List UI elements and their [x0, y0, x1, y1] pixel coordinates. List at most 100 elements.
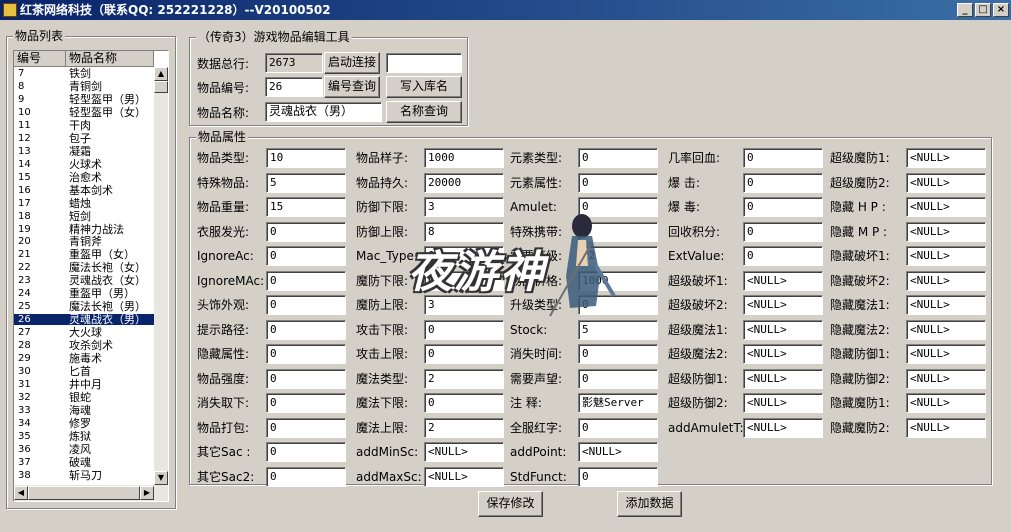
connect-button[interactable]: 启动连接: [324, 52, 380, 74]
attr-field[interactable]: 15: [266, 197, 346, 217]
attr-field[interactable]: <NULL>: [906, 172, 986, 193]
attr-field[interactable]: 0: [266, 270, 346, 291]
list-item[interactable]: 18 短剑: [14, 211, 154, 222]
list-item[interactable]: 37 破魂: [14, 457, 154, 468]
column-header-id[interactable]: 编号: [14, 51, 66, 67]
attr-field[interactable]: <NULL>: [743, 393, 823, 413]
scroll-thumb[interactable]: [154, 81, 168, 93]
vertical-scrollbar[interactable]: ▲ ▼: [154, 67, 168, 485]
list-item[interactable]: 15 治愈术: [14, 172, 154, 183]
attr-field[interactable]: <NULL>: [906, 270, 986, 291]
attr-field[interactable]: 影魅Server: [578, 393, 658, 413]
attr-field[interactable]: <NULL>: [743, 270, 823, 291]
attr-field[interactable]: <NULL>: [906, 417, 986, 438]
list-item[interactable]: 11 干肉: [14, 120, 154, 131]
list-item[interactable]: 34 修罗: [14, 418, 154, 429]
attr-field[interactable]: <NULL>: [906, 197, 986, 217]
list-item[interactable]: 28 攻杀剑术: [14, 340, 154, 351]
close-button[interactable]: ×: [993, 3, 1009, 17]
attr-field[interactable]: <NULL>: [906, 148, 986, 168]
query-by-id-button[interactable]: 编号查询: [324, 76, 380, 98]
item-name-field[interactable]: 灵魂战衣（男）: [265, 102, 382, 122]
list-item[interactable]: 32 银蛇: [14, 392, 154, 403]
save-changes-button[interactable]: 保存修改: [478, 491, 543, 517]
scroll-right-arrow-icon[interactable]: ▶: [140, 486, 154, 500]
attr-field[interactable]: 0: [266, 368, 346, 389]
list-item[interactable]: 23 灵魂战衣（女）: [14, 275, 154, 286]
write-name-button[interactable]: 写入库名: [386, 76, 462, 98]
list-item[interactable]: 26 灵魂战衣（男）: [14, 314, 154, 326]
scroll-up-arrow-icon[interactable]: ▲: [154, 67, 168, 81]
list-item[interactable]: 24 重盔甲（男）: [14, 288, 154, 299]
list-item[interactable]: 13 凝霜: [14, 146, 154, 157]
attr-field[interactable]: 0: [266, 295, 346, 315]
list-item[interactable]: 10 轻型盔甲（女）: [14, 107, 154, 118]
attr-field[interactable]: <NULL>: [743, 368, 823, 389]
attr-field[interactable]: 2: [424, 417, 504, 438]
list-item[interactable]: 38 斩马刀: [14, 470, 154, 481]
attr-field[interactable]: 0: [743, 172, 823, 193]
attr-field[interactable]: 0: [743, 221, 823, 242]
attr-field[interactable]: <NULL>: [906, 319, 986, 340]
list-item[interactable]: 14 火球术: [14, 159, 154, 170]
attr-field[interactable]: 0: [266, 417, 346, 438]
attr-field[interactable]: 0: [578, 148, 658, 168]
scroll-down-arrow-icon[interactable]: ▼: [154, 471, 168, 485]
attr-field[interactable]: 0: [578, 417, 658, 438]
connect-field[interactable]: [386, 53, 462, 73]
list-item[interactable]: 25 魔法长袍（男）: [14, 301, 154, 312]
attr-field[interactable]: <NULL>: [906, 368, 986, 389]
query-by-name-button[interactable]: 名称查询: [386, 101, 462, 123]
attr-field[interactable]: 0: [266, 344, 346, 364]
column-header-name[interactable]: 物品名称: [66, 51, 154, 67]
attr-field[interactable]: <NULL>: [743, 417, 823, 438]
attr-field[interactable]: 0: [266, 319, 346, 340]
list-item[interactable]: 9 轻型盔甲（男）: [14, 94, 154, 105]
list-item[interactable]: 19 精神力战法: [14, 224, 154, 235]
attr-field[interactable]: 0: [266, 246, 346, 266]
list-item[interactable]: 30 匕首: [14, 366, 154, 377]
list-item[interactable]: 29 施毒术: [14, 353, 154, 364]
hscroll-thumb[interactable]: [28, 486, 140, 500]
attr-field[interactable]: 5: [266, 172, 346, 193]
list-item[interactable]: 8 青铜剑: [14, 81, 154, 92]
attr-field[interactable]: <NULL>: [743, 295, 823, 315]
attr-field[interactable]: <NULL>: [743, 319, 823, 340]
attr-field[interactable]: <NULL>: [424, 442, 504, 462]
list-item[interactable]: 17 蜡烛: [14, 198, 154, 209]
add-data-button[interactable]: 添加数据: [617, 491, 682, 517]
attr-field[interactable]: 0: [743, 148, 823, 168]
attr-field[interactable]: <NULL>: [743, 344, 823, 364]
attr-field[interactable]: <NULL>: [578, 442, 658, 462]
list-item[interactable]: 36 凌风: [14, 444, 154, 455]
attr-field[interactable]: 0: [266, 442, 346, 462]
list-item[interactable]: 20 青铜斧: [14, 236, 154, 247]
item-listbox[interactable]: 编号 物品名称 7 铁剑 8 青铜剑 9 轻型盔甲（男） 10 轻型盔甲（女） 11 干肉 12 包子…: [13, 50, 169, 502]
attr-field[interactable]: 0: [266, 393, 346, 413]
attr-field[interactable]: 0: [266, 221, 346, 242]
attr-field[interactable]: <NULL>: [906, 295, 986, 315]
attr-field[interactable]: <NULL>: [906, 246, 986, 266]
maximize-button[interactable]: □: [975, 3, 991, 17]
attr-field[interactable]: 0: [578, 368, 658, 389]
minimize-button[interactable]: _: [957, 3, 973, 17]
attr-field[interactable]: 0: [424, 344, 504, 364]
attr-field[interactable]: <NULL>: [906, 393, 986, 413]
attr-field[interactable]: 0: [266, 466, 346, 487]
attr-field[interactable]: 10: [266, 148, 346, 168]
attr-field[interactable]: 2: [424, 368, 504, 389]
list-item[interactable]: 7 铁剑: [14, 68, 154, 79]
list-item[interactable]: 33 海魂: [14, 405, 154, 416]
attr-field[interactable]: 0: [743, 246, 823, 266]
list-item[interactable]: 31 井中月: [14, 379, 154, 390]
item-id-field[interactable]: 26: [265, 77, 323, 97]
list-item[interactable]: 35 炼狱: [14, 431, 154, 442]
attr-field[interactable]: 1000: [424, 148, 504, 168]
attr-field[interactable]: 0: [578, 466, 658, 487]
scroll-left-arrow-icon[interactable]: ◀: [14, 486, 28, 500]
list-item[interactable]: 12 包子: [14, 133, 154, 144]
list-item[interactable]: 21 重盔甲（女）: [14, 249, 154, 260]
horizontal-scrollbar[interactable]: ◀ ▶: [14, 485, 168, 501]
attr-field[interactable]: 0: [578, 172, 658, 193]
attr-field[interactable]: 20000: [424, 172, 504, 193]
